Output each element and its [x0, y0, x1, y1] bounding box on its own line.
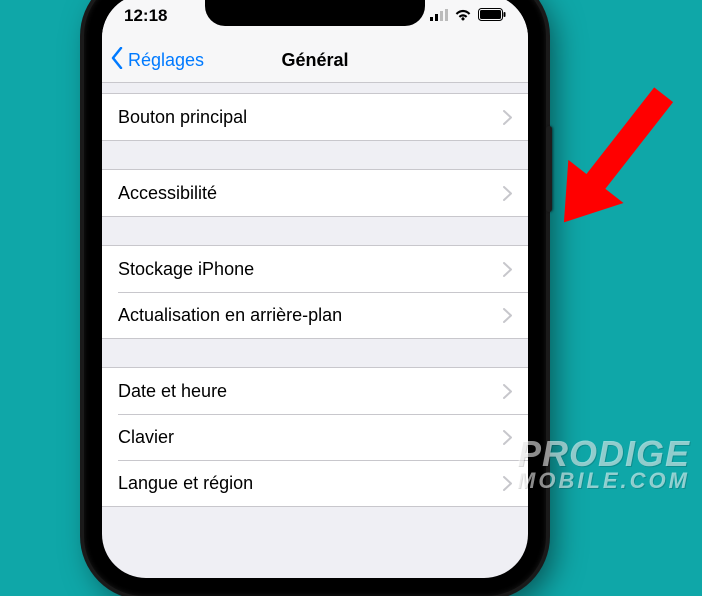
chevron-right-icon	[503, 262, 512, 277]
chevron-right-icon	[503, 384, 512, 399]
row-label: Actualisation en arrière-plan	[118, 305, 342, 326]
watermark-line1: PRODIGE	[517, 437, 690, 471]
battery-icon	[478, 6, 506, 26]
status-time: 12:18	[124, 6, 167, 26]
watermark: PRODIGE MOBILE.COM	[517, 437, 690, 492]
chevron-right-icon	[503, 186, 512, 201]
phone-frame: 12:18 Réglages Général	[84, 0, 546, 596]
row-label: Date et heure	[118, 381, 227, 402]
settings-row[interactable]: Bouton principal	[102, 94, 528, 140]
row-label: Clavier	[118, 427, 174, 448]
annotation-arrow	[530, 72, 700, 247]
settings-row[interactable]: Date et heure	[102, 368, 528, 414]
settings-row[interactable]: Langue et région	[102, 460, 528, 506]
chevron-right-icon	[503, 476, 512, 491]
settings-row[interactable]: Clavier	[102, 414, 528, 460]
chevron-left-icon	[110, 47, 124, 74]
nav-bar: Réglages Général	[102, 38, 528, 83]
notch	[205, 0, 425, 26]
wifi-icon	[454, 6, 472, 26]
back-label: Réglages	[128, 50, 204, 71]
watermark-line2: MOBILE.COM	[517, 471, 690, 492]
settings-group: Bouton principal	[102, 93, 528, 141]
settings-row[interactable]: Actualisation en arrière-plan	[102, 292, 528, 338]
row-label: Langue et région	[118, 473, 253, 494]
settings-group: Accessibilité	[102, 169, 528, 217]
back-button[interactable]: Réglages	[110, 38, 204, 82]
screen: 12:18 Réglages Général	[102, 0, 528, 578]
cellular-icon	[430, 6, 448, 26]
settings-group: Stockage iPhone Actualisation en arrière-…	[102, 245, 528, 339]
settings-row[interactable]: Stockage iPhone	[102, 246, 528, 292]
settings-row[interactable]: Accessibilité	[102, 170, 528, 216]
chevron-right-icon	[503, 430, 512, 445]
row-label: Stockage iPhone	[118, 259, 254, 280]
settings-group: Date et heure Clavier Langue et région	[102, 367, 528, 507]
side-button	[546, 126, 552, 212]
row-label: Bouton principal	[118, 107, 247, 128]
chevron-right-icon	[503, 308, 512, 323]
page-title: Général	[281, 50, 348, 71]
settings-table: Bouton principal Accessibilité Stockage iP…	[102, 93, 528, 507]
chevron-right-icon	[503, 110, 512, 125]
row-label: Accessibilité	[118, 183, 217, 204]
